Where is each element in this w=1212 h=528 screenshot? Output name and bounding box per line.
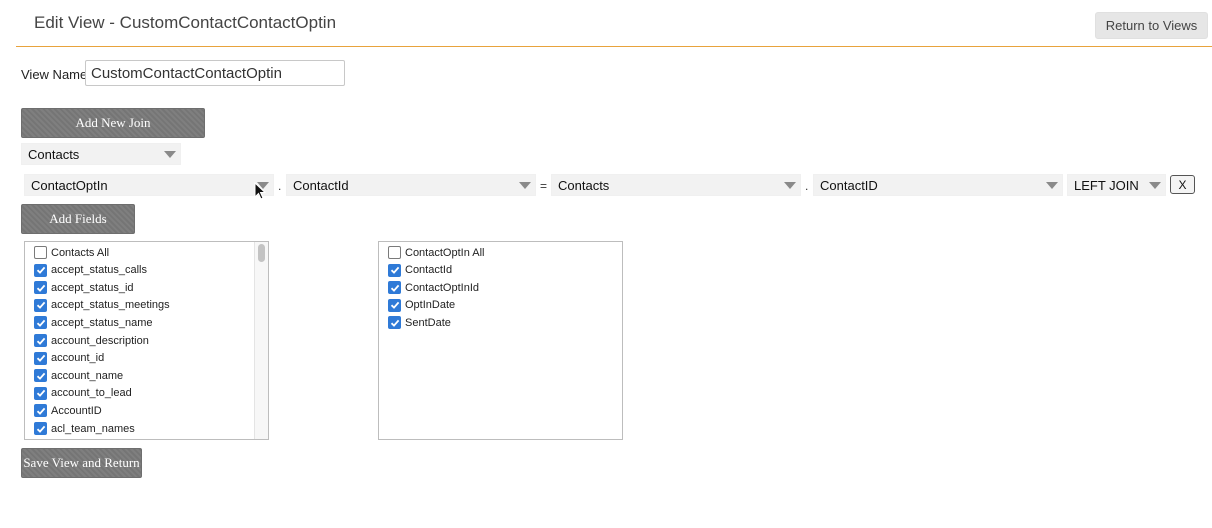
checkbox-checked-icon[interactable] <box>34 351 47 365</box>
field-checkbox-row[interactable]: accept_status_name <box>34 314 153 331</box>
join-right-field-value: ContactID <box>820 178 878 193</box>
field-checkbox-row[interactable]: account_id <box>34 350 104 367</box>
checkbox-checked-icon[interactable] <box>388 316 401 330</box>
return-to-views-button[interactable]: Return to Views <box>1095 12 1208 39</box>
checkbox-checked-icon[interactable] <box>34 386 47 400</box>
checkbox-checked-icon[interactable] <box>388 281 401 295</box>
field-label: OptInDate <box>405 299 456 312</box>
contacts-field-list: Contacts All accept_status_calls accept_st… <box>24 241 269 440</box>
checkbox-checked-icon[interactable] <box>388 298 401 312</box>
checkbox-checked-icon[interactable] <box>34 263 47 277</box>
dropdown-arrow-icon <box>160 144 180 164</box>
dropdown-arrow-icon <box>515 175 535 195</box>
checkbox-checked-icon[interactable] <box>34 316 47 330</box>
dropdown-arrow-icon <box>1042 175 1062 195</box>
field-checkbox-row[interactable]: accept_status_meetings <box>34 297 170 314</box>
field-checkbox-row[interactable]: AccountID <box>34 402 102 419</box>
field-checkbox-row[interactable]: ContactOptIn All <box>388 244 485 261</box>
join-left-table-select[interactable]: ContactOptIn <box>24 174 274 196</box>
field-label: accept_status_calls <box>51 264 147 277</box>
join-right-table-value: Contacts <box>558 178 610 193</box>
join-type-select[interactable]: LEFT JOIN <box>1067 174 1166 196</box>
checkbox-checked-icon[interactable] <box>34 298 47 312</box>
field-checkbox-row[interactable]: account_description <box>34 332 149 349</box>
base-table-value: Contacts <box>28 147 80 162</box>
checkbox-checked-icon[interactable] <box>34 422 47 435</box>
checkbox-unchecked-icon[interactable] <box>34 246 47 259</box>
field-checkbox-row[interactable]: Contacts All <box>34 244 109 261</box>
field-label: accept_status_name <box>51 316 153 329</box>
add-fields-button[interactable]: Add Fields <box>21 204 135 234</box>
field-label: account_description <box>51 334 149 347</box>
page-title: Edit View - CustomContactContactOptin <box>34 13 337 32</box>
checkbox-checked-icon[interactable] <box>388 263 401 277</box>
mouse-cursor-icon <box>254 182 266 200</box>
join-type-value: LEFT JOIN <box>1074 178 1139 193</box>
checkbox-checked-icon[interactable] <box>34 334 47 347</box>
scrollbar-thumb[interactable] <box>258 244 265 262</box>
field-checkbox-row[interactable]: SentDate <box>388 314 451 331</box>
add-new-join-button[interactable]: Add New Join <box>21 108 205 138</box>
save-view-button[interactable]: Save View and Return <box>21 448 142 478</box>
checkbox-checked-icon[interactable] <box>34 369 47 383</box>
base-table-select[interactable]: Contacts <box>21 143 181 165</box>
join-right-table-select[interactable]: Contacts <box>551 174 801 196</box>
join-dot-separator: . <box>278 179 282 193</box>
field-label: ContactOptInId <box>405 281 479 294</box>
checkbox-unchecked-icon[interactable] <box>388 246 401 259</box>
field-checkbox-row[interactable]: accept_status_id <box>34 279 134 296</box>
dropdown-arrow-icon <box>1145 175 1165 195</box>
checkbox-checked-icon[interactable] <box>34 281 47 295</box>
field-label: accept_status_meetings <box>51 299 170 312</box>
field-checkbox-row[interactable]: ContactId <box>388 262 452 279</box>
dropdown-arrow-icon <box>780 175 800 195</box>
field-label: acl_team_names <box>51 422 135 435</box>
join-left-field-value: ContactId <box>293 178 349 193</box>
field-list-scrollbar[interactable] <box>254 242 268 439</box>
field-label: AccountID <box>51 404 102 417</box>
field-checkbox-row[interactable]: ContactOptInId <box>388 279 479 296</box>
page-header: Edit View - CustomContactContactOptin Re… <box>16 0 1212 47</box>
join-equals-sign: = <box>540 179 548 193</box>
join-left-field-select[interactable]: ContactId <box>286 174 536 196</box>
field-checkbox-row[interactable]: accept_status_calls <box>34 262 147 279</box>
checkbox-checked-icon[interactable] <box>34 404 47 418</box>
field-checkbox-row[interactable]: account_name <box>34 367 123 384</box>
join-dot-separator: . <box>805 179 809 193</box>
field-label: Contacts All <box>51 246 110 259</box>
join-right-field-select[interactable]: ContactID <box>813 174 1063 196</box>
view-name-input[interactable] <box>85 60 345 86</box>
join-left-table-value: ContactOptIn <box>31 178 108 193</box>
view-name-label: View Name <box>21 67 88 82</box>
field-label: accept_status_id <box>51 281 134 294</box>
field-label: SentDate <box>405 316 451 329</box>
field-checkbox-row[interactable]: OptInDate <box>388 297 455 314</box>
field-checkbox-row[interactable]: account_to_lead <box>34 385 132 402</box>
field-label: ContactId <box>405 264 453 277</box>
contactoptin-field-list: ContactOptIn All ContactId ContactOptInId O… <box>378 241 623 440</box>
field-label: ContactOptIn All <box>405 246 485 259</box>
field-checkbox-row[interactable]: acl_team_names <box>34 420 135 437</box>
field-label: account_name <box>51 369 124 382</box>
remove-join-button[interactable]: X <box>1170 175 1195 194</box>
field-label: account_to_lead <box>51 387 132 400</box>
field-label: account_id <box>51 352 105 365</box>
